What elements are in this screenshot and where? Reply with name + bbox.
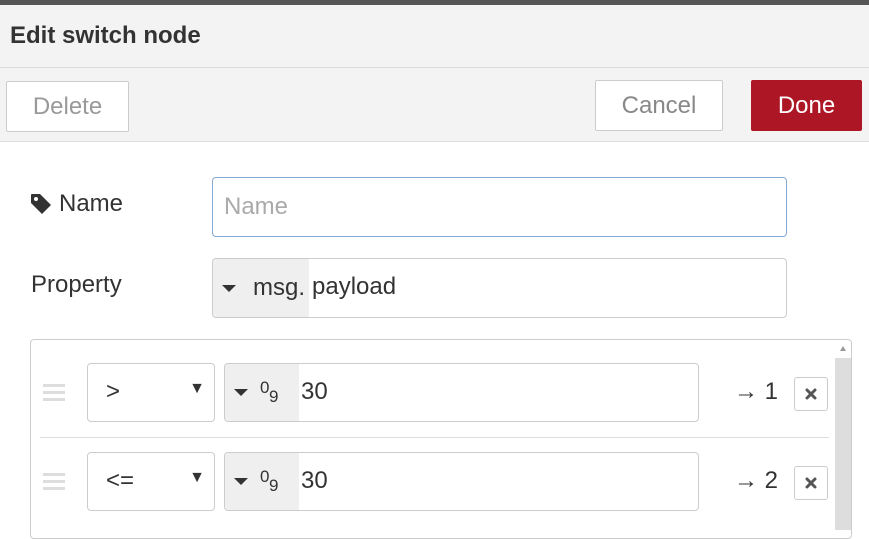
name-label-text: Name	[59, 190, 124, 217]
delete-button[interactable]: Delete	[6, 81, 129, 132]
dropdown-arrow-icon: ▼	[189, 469, 205, 486]
number-type-icon: 09	[260, 377, 279, 406]
rule-output-label: → 1	[734, 378, 779, 405]
remove-rule-button[interactable]	[794, 377, 828, 411]
close-icon	[805, 388, 817, 400]
close-icon	[805, 477, 817, 489]
rule-operator-select[interactable]: <= ▼	[87, 452, 215, 511]
name-label: Name	[30, 190, 123, 218]
rule-value[interactable]: 30	[301, 467, 328, 495]
caret-down-icon	[234, 478, 248, 485]
rule-operator-value: >	[106, 378, 121, 405]
cancel-button[interactable]: Cancel	[595, 80, 723, 131]
dialog-header: Edit switch node	[0, 5, 869, 68]
rule-operator-value: <=	[106, 467, 135, 494]
rule-value-type-selector[interactable]: 09	[225, 364, 299, 421]
rule-operator-select[interactable]: > ▼	[87, 363, 215, 422]
done-button[interactable]: Done	[751, 80, 862, 131]
remove-rule-button[interactable]	[794, 466, 828, 500]
property-value[interactable]: payload	[312, 273, 396, 301]
rule-value[interactable]: 30	[301, 378, 328, 406]
tag-icon	[31, 194, 51, 214]
rule-value-input[interactable]: 09 30	[224, 363, 699, 422]
dropdown-arrow-icon: ▼	[189, 380, 205, 397]
scrollbar-thumb[interactable]	[835, 358, 851, 530]
property-type-selector[interactable]: msg.	[213, 259, 309, 317]
drag-handle-icon[interactable]	[43, 473, 65, 491]
rule-value-type-selector[interactable]: 09	[225, 453, 299, 510]
scroll-up-arrow-icon[interactable]	[840, 346, 846, 351]
property-input[interactable]: msg. payload	[212, 258, 787, 318]
property-label: Property	[31, 271, 122, 298]
property-type-label: msg.	[253, 274, 306, 301]
caret-down-icon	[222, 284, 236, 292]
drag-handle-icon[interactable]	[43, 384, 65, 402]
number-type-icon: 09	[260, 466, 279, 495]
dialog-toolbar: Delete Cancel Done	[0, 68, 869, 142]
dialog-title: Edit switch node	[10, 22, 201, 49]
rule-divider	[40, 437, 829, 438]
rules-scrollbar[interactable]	[835, 340, 851, 530]
rule-value-input[interactable]: 09 30	[224, 452, 699, 511]
caret-down-icon	[234, 389, 248, 396]
rule-output-label: → 2	[734, 467, 779, 494]
name-input[interactable]	[212, 177, 787, 237]
